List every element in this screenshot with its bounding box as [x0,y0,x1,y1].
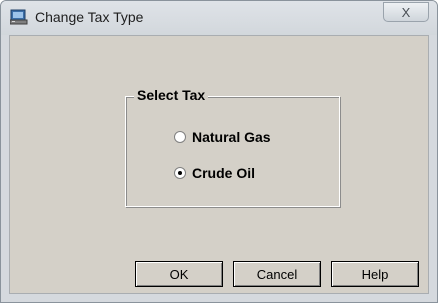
help-button[interactable]: Help [331,261,419,287]
radio-button-checked[interactable] [174,167,186,179]
dialog-window: Change Tax Type X Select Tax Natural Gas… [0,0,438,303]
radio-label-natural-gas: Natural Gas [192,129,271,145]
app-icon [10,9,28,25]
radio-label-crude-oil: Crude Oil [192,165,256,181]
window-title: Change Tax Type [35,9,144,25]
groupbox-label: Select Tax [134,87,209,103]
dialog-body: Select Tax Natural Gas Crude Oil OK Canc… [9,35,429,294]
cancel-button[interactable]: Cancel [233,261,321,287]
close-button[interactable]: X [383,2,429,22]
radio-crude-oil[interactable]: Crude Oil [174,165,255,181]
select-tax-groupbox: Select Tax Natural Gas Crude Oil [125,87,340,207]
ok-button[interactable]: OK [135,261,223,287]
title-bar[interactable]: Change Tax Type X [1,1,437,35]
close-icon: X [401,4,411,20]
radio-natural-gas[interactable]: Natural Gas [174,129,271,145]
radio-button[interactable] [174,131,186,143]
